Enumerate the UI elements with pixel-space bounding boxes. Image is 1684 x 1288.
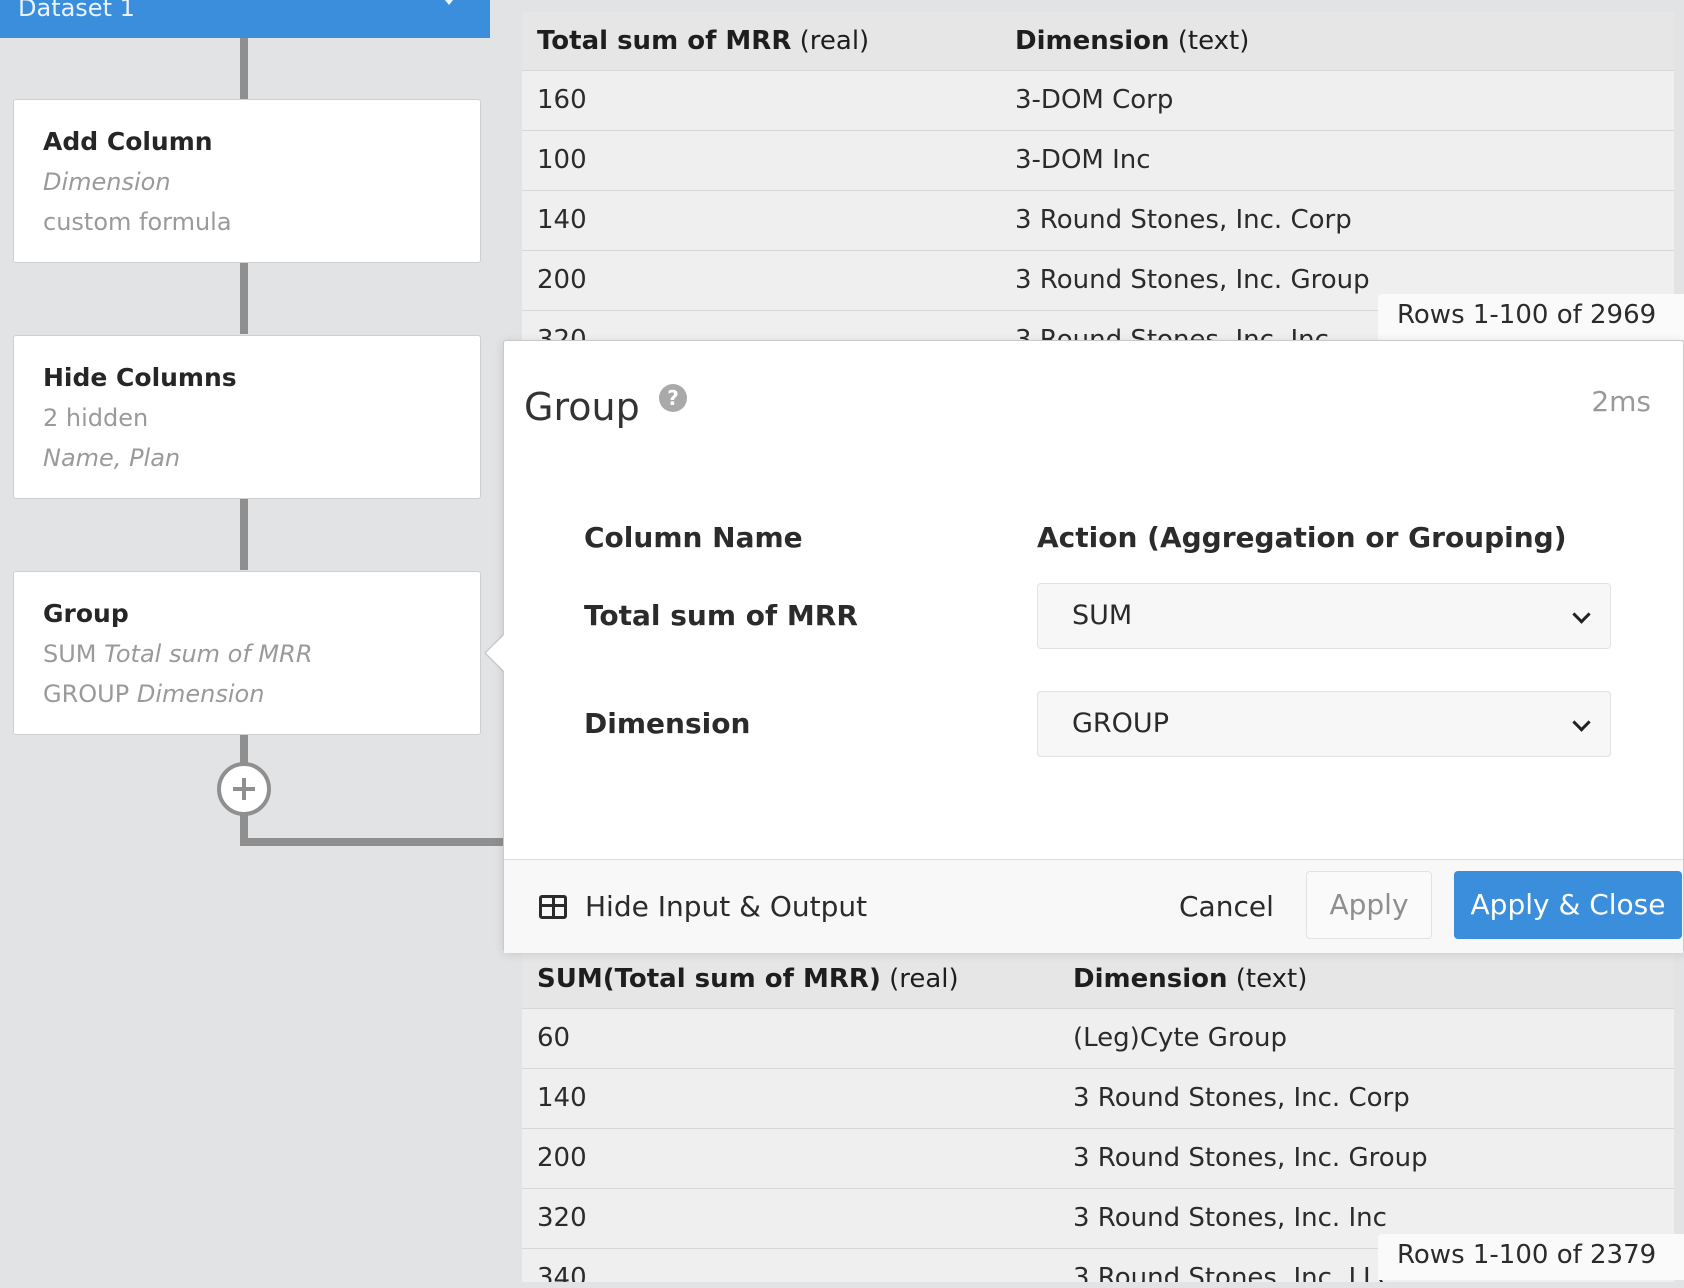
dataset-label: Dataset 1 — [18, 0, 135, 22]
table-cell: 3 Round Stones, Inc. Inc — [1073, 1203, 1387, 1233]
step-title: Hide Columns — [43, 363, 237, 392]
column-header[interactable]: Total sum of MRR (real) — [537, 12, 869, 70]
step-title: Group — [43, 599, 129, 628]
pipeline-connector — [240, 838, 504, 846]
column-header[interactable]: Dimension (text) — [1015, 12, 1249, 70]
table-cell: 3 Round Stones, Inc. LLC — [1073, 1263, 1396, 1282]
table-row: 200 3 Round Stones, Inc. Group — [522, 1128, 1674, 1188]
chevron-down-icon — [1572, 605, 1591, 624]
column-header[interactable]: Dimension (text) — [1073, 950, 1307, 1008]
group-dialog: Group ? 2ms Column Name Action (Aggregat… — [503, 340, 1684, 953]
row-column-label: Total sum of MRR — [584, 599, 858, 632]
table-cell: 3 Round Stones, Inc. Corp — [1073, 1083, 1410, 1113]
table-cell: 3-DOM Corp — [1015, 85, 1174, 115]
step-card-group[interactable]: Group SUM Total sum of MRR GROUP Dimensi… — [13, 571, 481, 735]
question-circle-icon[interactable]: ? — [659, 384, 687, 412]
pipeline-connector — [240, 498, 248, 570]
step-title: Add Column — [43, 127, 213, 156]
table-header: SUM(Total sum of MRR) (real) Dimension (… — [522, 950, 1674, 1008]
table-cell: 340 — [537, 1263, 587, 1282]
rows-count: Rows 1-100 of 2379 — [1378, 1234, 1684, 1280]
table-row: 140 3 Round Stones, Inc. Corp — [522, 190, 1674, 250]
step-detail: GROUP Dimension — [43, 680, 265, 708]
dialog-title: Group — [524, 385, 640, 429]
table-cell: 100 — [537, 145, 587, 175]
caret-down-icon — [440, 0, 458, 5]
table-cell: (Leg)Cyte Group — [1073, 1023, 1287, 1053]
table-cell: 3-DOM Inc — [1015, 145, 1151, 175]
step-detail: 2 hidden — [43, 404, 149, 432]
apply-and-close-button[interactable]: Apply & Close — [1454, 871, 1682, 939]
table-cell: 200 — [537, 1143, 587, 1173]
action-select-dimension[interactable]: GROUP — [1037, 691, 1611, 757]
table-row: 100 3-DOM Inc — [522, 130, 1674, 190]
selected-value: GROUP — [1072, 708, 1169, 739]
step-detail: Dimension — [43, 168, 171, 196]
dialog-pointer-fill — [486, 634, 505, 672]
table-cell: 160 — [537, 85, 587, 115]
table-row: 160 3-DOM Corp — [522, 70, 1674, 130]
dialog-footer: Hide Input & Output Cancel Apply Apply &… — [504, 859, 1683, 953]
table-header: Total sum of MRR (real) Dimension (text) — [522, 12, 1674, 70]
selected-value: SUM — [1072, 600, 1133, 631]
table-cell: 3 Round Stones, Inc. Group — [1015, 265, 1370, 295]
column-name-header: Column Name — [584, 521, 803, 554]
table-row: 140 3 Round Stones, Inc. Corp — [522, 1068, 1674, 1128]
column-header[interactable]: SUM(Total sum of MRR) (real) — [537, 950, 959, 1008]
table-cell: 320 — [537, 1203, 587, 1233]
hide-input-output-toggle[interactable]: Hide Input & Output — [585, 890, 867, 923]
table-cell: 140 — [537, 205, 587, 235]
input-table: Total sum of MRR (real) Dimension (text)… — [522, 12, 1674, 340]
dataset-selector[interactable]: Dataset 1 — [0, 0, 490, 38]
table-cell: 60 — [537, 1023, 571, 1053]
row-column-label: Dimension — [584, 707, 751, 740]
table-cell: 140 — [537, 1083, 587, 1113]
cancel-button[interactable]: Cancel — [1179, 890, 1274, 923]
pipeline-connector — [240, 262, 248, 334]
pipeline-connector — [240, 38, 248, 99]
table-cell: 320 — [537, 325, 587, 340]
plus-circle-icon[interactable] — [217, 762, 271, 816]
action-select-total-sum-of-mrr[interactable]: SUM — [1037, 583, 1611, 649]
apply-button[interactable]: Apply — [1306, 871, 1432, 939]
timing-label: 2ms — [1591, 385, 1651, 418]
step-card-add-column[interactable]: Add Column Dimension custom formula — [13, 99, 481, 263]
table-cell: 200 — [537, 265, 587, 295]
table-cell: 3 Round Stones, Inc. Group — [1073, 1143, 1428, 1173]
pipeline-connector — [240, 734, 248, 764]
chevron-down-icon — [1572, 713, 1591, 732]
table-icon[interactable] — [539, 895, 567, 919]
table-row: 60 (Leg)Cyte Group — [522, 1008, 1674, 1068]
rows-count: Rows 1-100 of 2969 — [1378, 294, 1684, 340]
step-detail: custom formula — [43, 208, 232, 236]
step-detail: Name, Plan — [43, 444, 181, 472]
action-header: Action (Aggregation or Grouping) — [1037, 521, 1567, 554]
step-card-hide-columns[interactable]: Hide Columns 2 hidden Name, Plan — [13, 335, 481, 499]
table-cell: 3 Round Stones, Inc. Inc — [1015, 325, 1329, 340]
step-detail: SUM Total sum of MRR — [43, 640, 313, 668]
table-cell: 3 Round Stones, Inc. Corp — [1015, 205, 1352, 235]
output-table: SUM(Total sum of MRR) (real) Dimension (… — [522, 950, 1674, 1282]
